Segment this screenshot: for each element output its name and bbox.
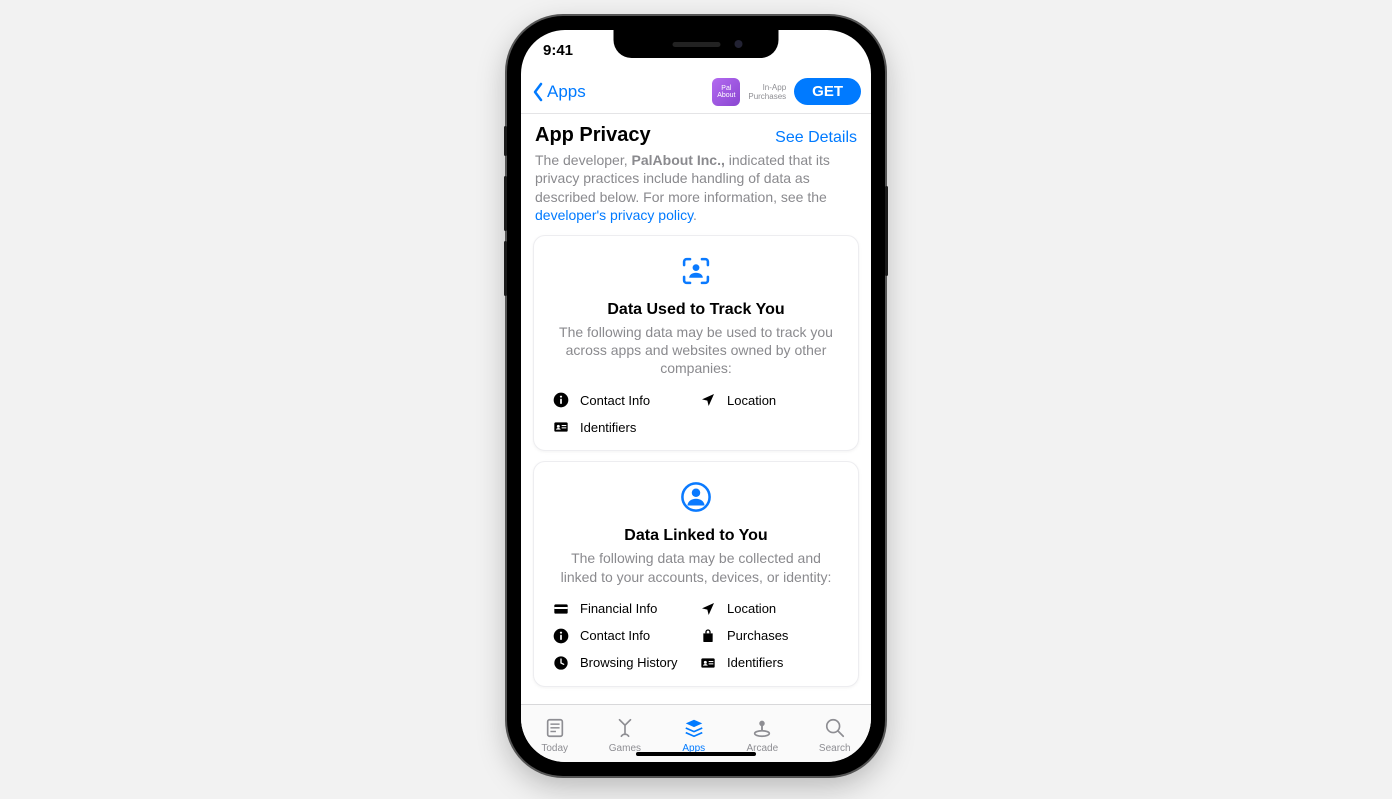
developer-name: PalAbout Inc.,: [632, 152, 725, 168]
tracking-icon: [679, 254, 713, 301]
status-time: 9:41: [543, 42, 573, 59]
tab-today[interactable]: Today: [541, 717, 568, 754]
tab-apps[interactable]: Apps: [682, 717, 706, 754]
volume-down-button: [504, 241, 507, 296]
history-icon: [552, 654, 570, 672]
info-icon: [552, 391, 570, 409]
data-item: Location: [699, 391, 840, 409]
data-item: Browsing History: [552, 654, 693, 672]
volume-up-button: [504, 176, 507, 231]
back-button[interactable]: Apps: [531, 82, 586, 102]
card-description: The following data may be collected and …: [552, 549, 840, 585]
screen: 9:41 Apps: [521, 30, 871, 762]
data-item: Contact Info: [552, 627, 693, 645]
data-item-label: Contact Info: [580, 628, 650, 643]
data-item: Location: [699, 600, 840, 618]
in-app-purchases-label: In-App Purchases: [748, 83, 786, 101]
data-item: Financial Info: [552, 600, 693, 618]
purchases-icon: [699, 627, 717, 645]
tracking-card: Data Used to Track You The following data…: [533, 235, 859, 452]
data-item-label: Location: [727, 393, 776, 408]
app-mini-icon[interactable]: Pal About: [712, 78, 740, 106]
tab-arcade[interactable]: Arcade: [746, 717, 778, 754]
notch: [614, 30, 779, 58]
nav-bar: Apps Pal About In-App Purchases GET: [521, 70, 871, 114]
app-icon-line1: Pal: [721, 85, 731, 92]
search-icon: [823, 717, 847, 742]
id-icon: [552, 418, 570, 436]
data-grid: Financial Info Location Contact Info Purcha…: [552, 600, 840, 672]
apps-icon: [682, 717, 706, 742]
data-item-label: Purchases: [727, 628, 788, 643]
linked-icon: [679, 480, 713, 527]
data-item: Identifiers: [552, 418, 693, 436]
data-item: Identifiers: [699, 654, 840, 672]
location-icon: [699, 600, 717, 618]
chevron-left-icon: [531, 82, 545, 102]
see-details-link[interactable]: See Details: [775, 129, 857, 147]
financial-icon: [552, 600, 570, 618]
card-title: Data Linked to You: [624, 527, 767, 545]
privacy-description: The developer, PalAbout Inc., indicated …: [533, 151, 859, 235]
data-item-label: Financial Info: [580, 601, 657, 616]
location-icon: [699, 391, 717, 409]
iphone-frame: 9:41 Apps: [507, 16, 885, 776]
data-item-label: Identifiers: [580, 420, 636, 435]
get-button[interactable]: GET: [794, 78, 861, 105]
card-title: Data Used to Track You: [607, 301, 784, 319]
info-icon: [552, 627, 570, 645]
data-item-label: Browsing History: [580, 655, 678, 670]
tab-games[interactable]: Games: [609, 717, 641, 754]
home-indicator[interactable]: [636, 752, 756, 756]
power-button: [885, 186, 888, 276]
id-icon: [699, 654, 717, 672]
page-title: App Privacy: [535, 124, 651, 147]
content-scroll[interactable]: App Privacy See Details The developer, P…: [521, 114, 871, 704]
data-grid: Contact Info Location Identifiers: [552, 391, 840, 436]
arcade-icon: [750, 717, 774, 742]
card-description: The following data may be used to track …: [552, 323, 840, 378]
mute-switch: [504, 126, 507, 156]
privacy-policy-link[interactable]: developer's privacy policy: [535, 207, 693, 223]
app-icon-line2: About: [717, 92, 735, 99]
linked-card: Data Linked to You The following data may…: [533, 461, 859, 686]
data-item-label: Location: [727, 601, 776, 616]
data-item-label: Identifiers: [727, 655, 783, 670]
tab-label: Today: [541, 743, 568, 754]
data-item-label: Contact Info: [580, 393, 650, 408]
back-label: Apps: [547, 82, 586, 102]
data-item: Contact Info: [552, 391, 693, 409]
data-item: Purchases: [699, 627, 840, 645]
tab-search[interactable]: Search: [819, 717, 851, 754]
today-icon: [543, 717, 567, 742]
tab-label: Search: [819, 743, 851, 754]
games-icon: [613, 717, 637, 742]
